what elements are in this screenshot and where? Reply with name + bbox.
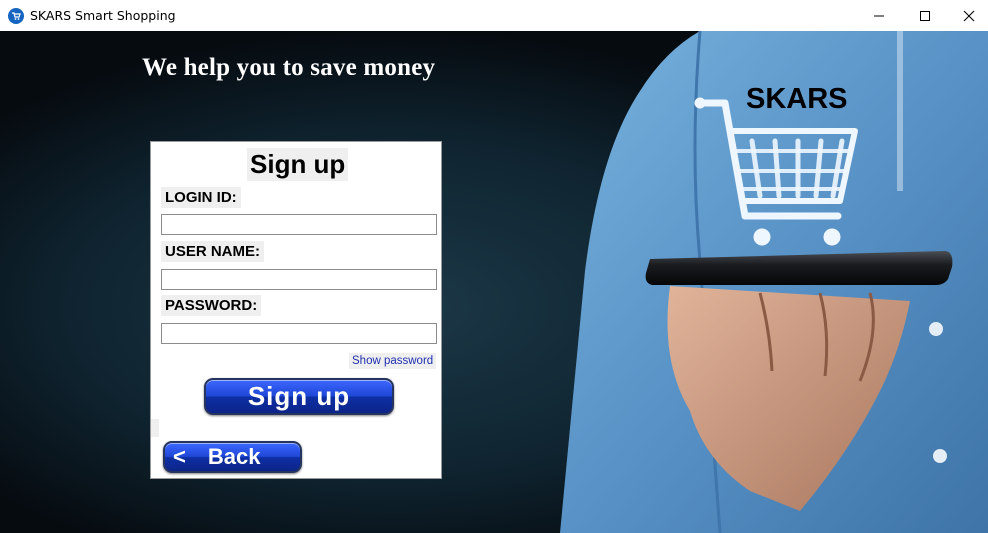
- login-id-label: LOGIN ID:: [161, 187, 241, 208]
- back-button-label: Back: [207, 444, 261, 469]
- back-arrow-icon: <: [173, 444, 186, 469]
- form-title: Sign up: [247, 148, 349, 181]
- signup-button-label: Sign up: [247, 381, 351, 411]
- signup-panel: Sign up LOGIN ID: USER NAME: PASSWORD: S…: [150, 141, 442, 479]
- maximize-button[interactable]: [902, 0, 948, 31]
- user-name-input[interactable]: [161, 269, 437, 290]
- title-bar: SKARS Smart Shopping: [0, 0, 988, 31]
- maximize-icon: [920, 10, 930, 21]
- password-input[interactable]: [161, 323, 437, 344]
- user-name-label: USER NAME:: [161, 241, 265, 262]
- headline: We help you to save money: [142, 54, 436, 81]
- app-window: SKARS Smart Shopping We help you to save…: [0, 0, 988, 533]
- app-icon: [8, 7, 24, 24]
- login-id-input[interactable]: [161, 214, 437, 235]
- brand-title: SKARS: [746, 83, 848, 115]
- password-label: PASSWORD:: [161, 295, 262, 316]
- close-button[interactable]: [946, 0, 988, 31]
- main-content: We help you to save money SKARS Sign up …: [0, 31, 988, 533]
- minimize-button[interactable]: [856, 0, 902, 31]
- close-icon: [963, 10, 975, 21]
- back-button[interactable]: < Back: [163, 441, 302, 473]
- signup-button[interactable]: Sign up: [204, 378, 394, 415]
- window-title: SKARS Smart Shopping: [30, 8, 176, 23]
- show-password-link[interactable]: Show password: [349, 353, 437, 369]
- divider: [151, 419, 159, 437]
- minimize-icon: [874, 15, 884, 16]
